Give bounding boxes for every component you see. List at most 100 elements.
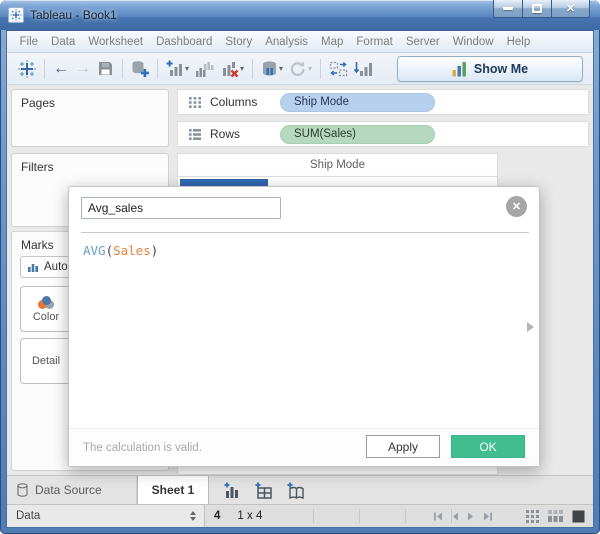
pages-shelf[interactable]: Pages	[11, 89, 169, 147]
toolbar-separator	[44, 58, 45, 79]
new-worksheet-tab-button[interactable]	[221, 480, 241, 500]
undo-button[interactable]: ←	[51, 57, 71, 81]
spinner-icon[interactable]	[190, 511, 196, 521]
duplicate-sheet-icon	[196, 61, 214, 77]
duplicate-sheet-button[interactable]	[193, 57, 217, 81]
page-navigation	[433, 512, 493, 521]
show-me-button[interactable]: Show Me	[397, 55, 583, 82]
menu-analysis[interactable]: Analysis	[259, 36, 315, 48]
data-source-label: Data Source	[35, 483, 102, 497]
new-data-source-icon	[132, 60, 149, 77]
menu-worksheet[interactable]: Worksheet	[82, 36, 150, 48]
full-view-icon[interactable]	[572, 510, 585, 523]
previous-page-icon[interactable]	[451, 512, 459, 521]
chevron-down-icon: ▾	[240, 64, 245, 73]
filmstrip-view-icon[interactable]	[548, 509, 563, 523]
calculation-name-input[interactable]	[81, 197, 281, 219]
redo-button[interactable]: →	[73, 57, 93, 81]
color-button[interactable]: Color	[20, 286, 72, 332]
menu-file[interactable]: File	[13, 36, 45, 48]
sort-ascending-button[interactable]	[352, 57, 374, 81]
apply-label: Apply	[387, 439, 419, 454]
grid-size: 1 x 4	[237, 510, 263, 522]
detail-button[interactable]: Detail	[20, 338, 72, 384]
calculated-field-dialog: ✕ AVG(Sales) The calculation is valid. A…	[68, 186, 540, 467]
sort-ascending-icon	[354, 61, 373, 76]
sheet-1-label: Sheet 1	[151, 483, 195, 497]
maximize-button[interactable]	[523, 0, 552, 18]
show-me-icon	[452, 61, 466, 76]
dialog-close-button[interactable]: ✕	[506, 196, 527, 217]
status-divider	[405, 509, 406, 523]
color-label: Color	[32, 310, 60, 323]
first-page-icon[interactable]	[433, 512, 443, 521]
refresh-icon	[290, 61, 305, 76]
ok-label: OK	[479, 439, 497, 454]
chevron-down-icon: ▾	[185, 64, 190, 73]
toolbar: ← → ▾ ▾ ▾ ▾ Show Me	[7, 53, 593, 85]
formula-field: Sales	[113, 243, 151, 258]
swap-rows-columns-button[interactable]	[327, 57, 350, 81]
dialog-footer: The calculation is valid. Apply OK	[69, 428, 539, 466]
columns-pill-ship-mode[interactable]: Ship Mode	[280, 92, 435, 112]
menu-server[interactable]: Server	[399, 36, 446, 48]
tab-data-source[interactable]: Data Source	[7, 476, 137, 504]
data-source-icon	[17, 483, 28, 497]
status-divider	[313, 509, 314, 523]
grid-dots-view-icon[interactable]	[526, 509, 539, 523]
save-icon	[99, 62, 112, 75]
menu-window[interactable]: Window	[446, 36, 500, 48]
validation-status: The calculation is valid.	[83, 441, 202, 454]
last-page-icon[interactable]	[483, 512, 493, 521]
new-dashboard-tab-button[interactable]	[253, 480, 273, 500]
rows-shelf[interactable]: Rows SUM(Sales)	[177, 121, 589, 147]
next-page-icon[interactable]	[467, 512, 475, 521]
save-button[interactable]	[95, 57, 116, 81]
expander-arrow-icon[interactable]	[527, 321, 534, 332]
tableau-logo-button[interactable]	[16, 57, 38, 81]
detail-label: Detail	[31, 355, 61, 367]
apply-button[interactable]: Apply	[366, 435, 440, 458]
new-story-tab-icon	[287, 482, 304, 499]
formula-open-paren: (	[105, 243, 114, 258]
columns-shelf[interactable]: Columns Ship Mode	[177, 89, 589, 115]
tab-sheet-1[interactable]: Sheet 1	[137, 476, 209, 504]
rows-icon	[188, 128, 202, 141]
menu-format[interactable]: Format	[350, 36, 399, 48]
back-arrow-icon: ←	[53, 59, 69, 77]
formula-editor[interactable]: AVG(Sales)	[83, 243, 158, 258]
menu-bar: File Data Worksheet Dashboard Story Anal…	[7, 31, 593, 53]
menu-story[interactable]: Story	[219, 36, 259, 48]
tableau-logo-icon	[18, 59, 36, 78]
window-title: Tableau - Book1	[30, 8, 117, 22]
status-data-selector[interactable]: Data	[7, 505, 205, 527]
ok-button[interactable]: OK	[451, 435, 525, 458]
swap-rows-columns-icon	[329, 61, 348, 76]
clear-sheet-button[interactable]: ▾	[219, 57, 246, 81]
new-story-tab-button[interactable]	[285, 480, 305, 500]
new-worksheet-tab-icon	[224, 482, 238, 498]
chevron-down-icon: ▾	[279, 64, 284, 73]
window-controls: ✕	[493, 0, 590, 18]
formula-function: AVG	[83, 243, 106, 258]
new-data-source-button[interactable]	[129, 57, 151, 81]
menu-help[interactable]: Help	[500, 36, 537, 48]
new-worksheet-button[interactable]: ▾	[164, 57, 191, 81]
sheet-tab-bar: Data Source Sheet 1	[7, 475, 593, 504]
pause-auto-updates-button[interactable]: ▾	[259, 57, 285, 81]
menu-dashboard[interactable]: Dashboard	[150, 36, 219, 48]
forward-arrow-icon: →	[75, 59, 91, 77]
menu-data[interactable]: Data	[45, 36, 82, 48]
dialog-divider	[81, 232, 529, 233]
pages-label: Pages	[21, 96, 56, 110]
close-icon: ✕	[565, 3, 576, 15]
menu-map[interactable]: Map	[315, 36, 350, 48]
color-icon	[38, 295, 54, 309]
toolbar-separator	[320, 58, 322, 79]
tableau-window: Tableau - Book1 ✕ File Data Worksheet Da…	[0, 0, 600, 534]
close-button[interactable]: ✕	[552, 0, 590, 18]
minimize-button[interactable]	[493, 0, 523, 18]
mark-type-bar-icon	[28, 264, 38, 272]
refresh-button[interactable]: ▾	[287, 57, 314, 81]
rows-pill-sum-sales[interactable]: SUM(Sales)	[280, 124, 435, 144]
